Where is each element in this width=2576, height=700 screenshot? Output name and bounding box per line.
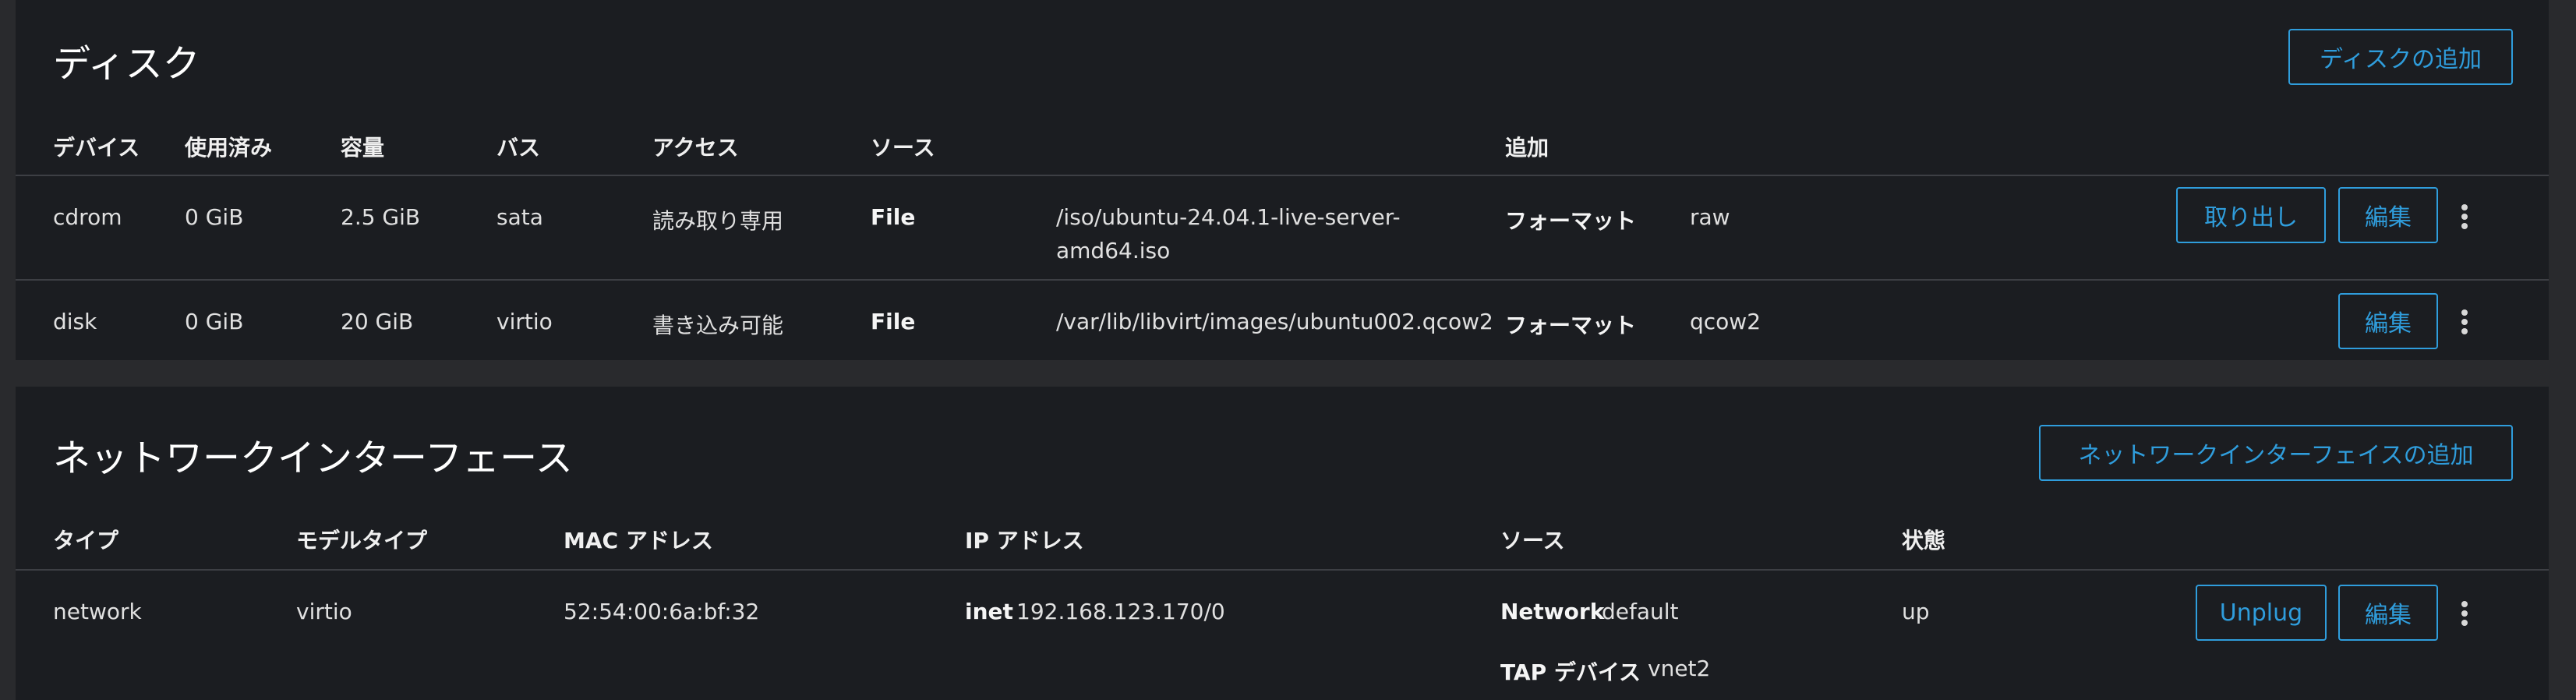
unplug-button[interactable]: Unplug — [2196, 585, 2327, 641]
header-state: 状態 — [1902, 528, 1946, 553]
nic-model: virtio — [296, 599, 352, 624]
disk-used: 0 GiB — [185, 309, 244, 334]
disk-bus: sata — [496, 204, 543, 230]
disk-format-value: raw — [1690, 204, 1730, 230]
disk-format-label: フォーマット — [1505, 313, 1637, 338]
edit-button[interactable]: 編集 — [2338, 585, 2438, 641]
edit-button[interactable]: 編集 — [2338, 293, 2438, 349]
disk-format-value: qcow2 — [1690, 309, 1762, 334]
header-device: デバイス — [53, 135, 140, 161]
edit-button[interactable]: 編集 — [2338, 187, 2438, 243]
header-mac-address: MAC アドレス — [564, 528, 713, 553]
header-additional: 追加 — [1505, 135, 1549, 161]
kebab-menu-icon[interactable] — [2457, 598, 2472, 629]
nic-type: network — [53, 599, 142, 624]
nic-tap-label: TAP デバイス — [1500, 659, 1641, 685]
disk-capacity: 20 GiB — [341, 309, 414, 334]
nic-mac: 52:54:00:6a:bf:32 — [564, 599, 760, 624]
disk-capacity: 2.5 GiB — [341, 204, 421, 230]
header-used: 使用済み — [185, 135, 273, 161]
nic-ip-label: inet — [965, 599, 1013, 624]
kebab-menu-icon[interactable] — [2457, 306, 2472, 338]
nics-title: ネットワークインターフェース — [53, 437, 573, 480]
disk-format-label: フォーマット — [1505, 208, 1637, 234]
nic-ip-value: 192.168.123.170/0 — [1016, 599, 1225, 624]
header-source: ソース — [871, 135, 935, 161]
kebab-menu-icon[interactable] — [2457, 201, 2472, 232]
disk-source-label: File — [871, 309, 916, 334]
disk-device: disk — [53, 309, 97, 334]
header-access: アクセス — [652, 135, 739, 161]
disks-card: ディスク ディスクの追加 デバイス 使用済み 容量 バス アクセス ソース 追加… — [16, 0, 2549, 360]
disk-used: 0 GiB — [185, 204, 244, 230]
header-model-type: モデルタイプ — [296, 528, 428, 553]
disk-bus: virtio — [496, 309, 553, 334]
disks-title: ディスク — [53, 42, 200, 86]
network-interfaces-card: ネットワークインターフェース ネットワークインターフェイスの追加 タイプ モデル… — [16, 387, 2549, 700]
nic-source-label: Network — [1500, 599, 1605, 624]
header-source: ソース — [1500, 528, 1565, 553]
disk-source-path-cont: amd64.iso — [1056, 238, 1171, 263]
nic-source-value: default — [1602, 599, 1679, 624]
disk-source-label: File — [871, 204, 916, 230]
header-type: タイプ — [53, 528, 119, 553]
header-divider — [16, 175, 2549, 176]
disk-source-path: /iso/ubuntu-24.04.1-live-server- — [1056, 204, 1401, 230]
eject-button[interactable]: 取り出し — [2176, 187, 2326, 243]
nic-tap-value: vnet2 — [1648, 656, 1711, 681]
nic-state: up — [1902, 599, 1930, 624]
disk-device: cdrom — [53, 204, 122, 230]
header-bus: バス — [496, 135, 541, 161]
add-network-interface-button[interactable]: ネットワークインターフェイスの追加 — [2039, 425, 2513, 481]
row-divider — [16, 279, 2549, 281]
disk-access: 書き込み可能 — [652, 313, 784, 338]
header-capacity: 容量 — [341, 135, 385, 161]
add-disk-button[interactable]: ディスクの追加 — [2288, 29, 2513, 85]
header-divider — [16, 569, 2549, 571]
disk-source-path: /var/lib/libvirt/images/ubuntu002.qcow2 — [1056, 309, 1493, 334]
header-ip-address: IP アドレス — [965, 528, 1084, 553]
disk-access: 読み取り専用 — [652, 208, 784, 234]
